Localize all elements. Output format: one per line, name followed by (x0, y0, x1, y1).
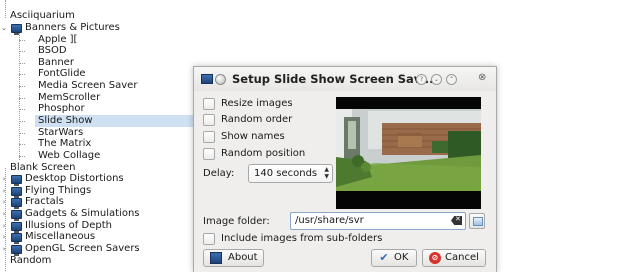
checkbox-box[interactable] (203, 131, 215, 143)
checkbox-box[interactable] (203, 98, 215, 110)
clear-text-icon[interactable] (451, 216, 462, 225)
folder-screen-icon (11, 222, 22, 233)
image-folder-input[interactable]: /usr/share/svr (290, 212, 466, 230)
delay-label: Delay: (203, 168, 235, 179)
pin-icon[interactable] (215, 74, 226, 85)
spin-updown-icon[interactable]: ▲ ▼ (324, 166, 329, 180)
about-button[interactable]: About (203, 249, 264, 267)
tree-item-phosphor[interactable]: Phosphor (38, 103, 85, 115)
close-icon[interactable]: ⊗ (478, 72, 486, 83)
folder-screen-icon (11, 210, 22, 221)
folder-screen-icon (11, 24, 22, 35)
about-label: About (228, 252, 258, 263)
folder-screen-icon (11, 233, 22, 244)
collapsed-arrow-icon[interactable]: › (0, 231, 8, 243)
checkbox-label: Random position (221, 148, 306, 159)
tree-branch-line (19, 63, 25, 64)
tree-item-asciiquarium[interactable]: Asciiquarium (10, 10, 75, 22)
checkbox-box[interactable] (203, 233, 215, 245)
tree-item-gadgets-simulations[interactable]: Gadgets & Simulations (25, 208, 140, 220)
checkbox-label: Include images from sub-folders (221, 233, 383, 244)
app-screen-icon[interactable] (201, 74, 213, 84)
tree-branch-line (19, 144, 25, 145)
folder-screen-icon (11, 198, 22, 209)
tree-item-miscellaneous[interactable]: Miscellaneous (25, 231, 95, 243)
cancel-button[interactable]: ⊘ Cancel (422, 249, 486, 267)
garden-photo (336, 97, 481, 209)
collapsed-arrow-icon[interactable]: › (0, 173, 8, 185)
tree-item-opengl-screen-savers[interactable]: OpenGL Screen Savers (25, 243, 140, 255)
collapsed-arrow-icon[interactable]: › (0, 196, 8, 208)
help-icon[interactable]: ? (416, 74, 427, 85)
dialog-titlebar[interactable]: Setup Slide Show Screen Sav... ? ⌄ ⌃ ⊗ (194, 67, 496, 91)
show-names-checkbox[interactable]: Show names (203, 130, 285, 143)
tree-branch-line (19, 51, 25, 52)
ok-label: OK (394, 252, 409, 263)
delay-value: 140 seconds (254, 168, 318, 179)
minimize-icon[interactable]: ⌄ (431, 74, 442, 85)
tree-item-fractals[interactable]: Fractals (25, 196, 64, 208)
random-order-checkbox[interactable]: Random order (203, 113, 292, 126)
tree-item-fontglide[interactable]: FontGlide (38, 68, 86, 80)
cancel-icon: ⊘ (429, 252, 441, 264)
cancel-label: Cancel (445, 252, 479, 263)
include-subfolders-checkbox[interactable]: Include images from sub-folders (203, 232, 382, 245)
collapsed-arrow-icon[interactable]: › (0, 243, 8, 255)
folder-screen-icon (11, 175, 22, 186)
checkmark-icon: ✔ (379, 251, 389, 264)
expanded-arrow-icon[interactable]: ⌄ (0, 22, 8, 34)
tree-item-random[interactable]: Random (10, 255, 51, 267)
tree-branch-line (19, 30, 20, 160)
tree-item-the-matrix[interactable]: The Matrix (38, 138, 91, 150)
checkbox-label: Random order (221, 114, 293, 125)
setup-dialog: Setup Slide Show Screen Sav... ? ⌄ ⌃ ⊗ R… (193, 66, 497, 272)
about-screen-icon (210, 252, 222, 264)
tree-item-web-collage[interactable]: Web Collage (38, 150, 100, 162)
tree-branch-line (19, 109, 25, 110)
tree-item-banners-pictures[interactable]: Banners & Pictures (25, 22, 120, 34)
tree-item-bsod[interactable]: BSOD (38, 45, 67, 57)
image-folder-value: /usr/share/svr (295, 215, 364, 226)
tree-branch-line (19, 121, 25, 122)
tree-branch-line (19, 156, 25, 157)
ok-button[interactable]: ✔ OK (371, 249, 417, 267)
tree-item-slide-show[interactable]: Slide Show (35, 115, 196, 127)
collapsed-arrow-icon[interactable]: › (0, 208, 8, 220)
resize-images-checkbox[interactable]: Resize images (203, 97, 293, 110)
tree-branch-line (19, 98, 25, 99)
dialog-title: Setup Slide Show Screen Sav... (232, 72, 434, 86)
preview-image (336, 97, 481, 209)
tree-branch-line (19, 86, 25, 87)
tree-branch-line (19, 74, 25, 75)
maximize-icon[interactable]: ⌃ (446, 74, 457, 85)
checkbox-label: Show names (221, 131, 285, 142)
delay-spinbox[interactable]: 140 seconds ▲ ▼ (248, 164, 333, 183)
random-position-checkbox[interactable]: Random position (203, 147, 305, 160)
image-folder-label: Image folder: (203, 216, 270, 227)
checkbox-label: Resize images (221, 98, 293, 109)
folder-screen-icon (11, 245, 22, 256)
browse-folder-button[interactable] (469, 213, 485, 229)
checkbox-box[interactable] (203, 114, 215, 126)
tree-item-media-screen-saver[interactable]: Media Screen Saver (38, 80, 137, 92)
checkbox-box[interactable] (203, 148, 215, 160)
tree-branch-line (5, 0, 6, 18)
folder-screen-icon (11, 187, 22, 198)
tree-item-desktop-distortions[interactable]: Desktop Distortions (25, 173, 124, 185)
tree-branch-line (19, 133, 25, 134)
tree-branch-line (19, 40, 25, 41)
